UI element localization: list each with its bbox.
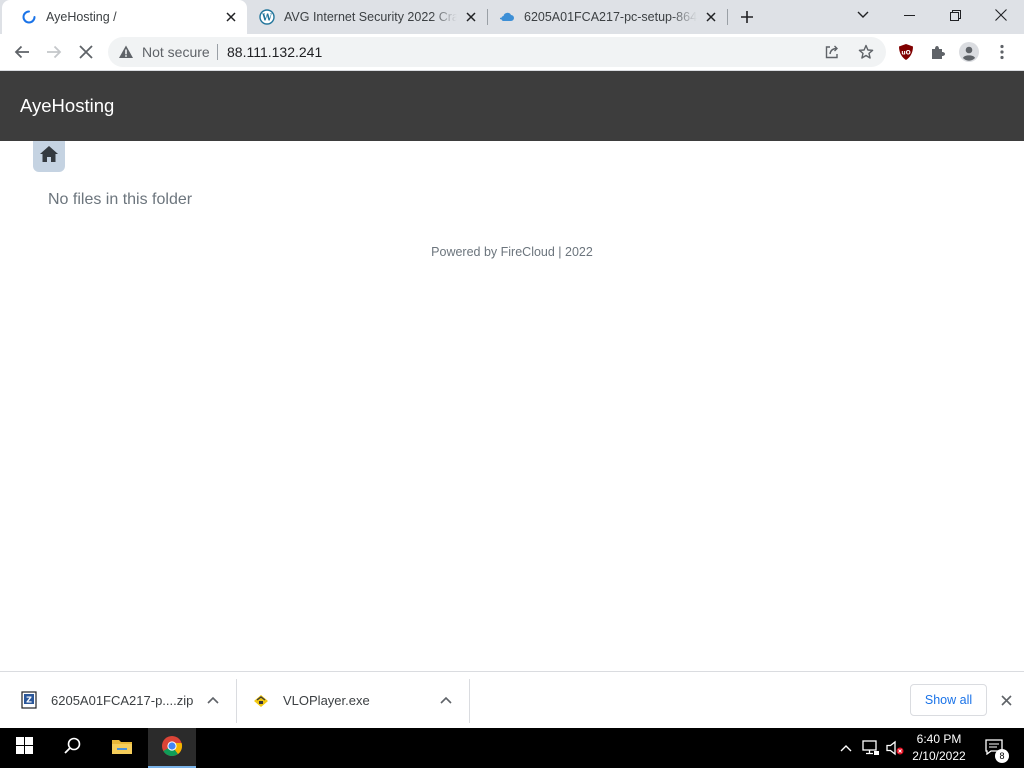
extensions-puzzle-icon[interactable] xyxy=(928,42,948,62)
close-shelf-icon[interactable] xyxy=(998,692,1014,708)
tab-strip: AyeHosting / W AVG Internet Security 202… xyxy=(0,0,1024,34)
windows-taskbar: 6:40 PM 2/10/2022 8 xyxy=(0,728,1024,768)
stop-loading-button[interactable] xyxy=(74,40,98,64)
url-text[interactable]: 88.111.132.241 xyxy=(227,44,322,60)
svg-text:Z: Z xyxy=(26,696,32,705)
loading-spinner-icon xyxy=(21,9,37,25)
close-tab-icon[interactable] xyxy=(223,9,239,25)
tab-title: 6205A01FCA217-pc-setup-864x xyxy=(524,10,697,24)
chevron-up-icon[interactable] xyxy=(206,693,220,707)
chrome-icon xyxy=(161,735,183,762)
zip-archive-icon: Z xyxy=(20,691,38,709)
footer-credit: Powered by FireCloud | 2022 xyxy=(431,245,593,259)
home-icon xyxy=(39,145,59,168)
exe-installer-icon xyxy=(252,691,270,709)
close-window-button[interactable] xyxy=(978,0,1024,30)
tab-setup-file[interactable]: 6205A01FCA217-pc-setup-864x xyxy=(480,0,727,34)
download-item[interactable]: VLOPlayer.exe xyxy=(252,672,462,728)
start-button[interactable] xyxy=(0,728,48,768)
new-tab-button[interactable] xyxy=(737,7,757,27)
download-filename: VLOPlayer.exe xyxy=(283,692,370,708)
forward-button[interactable] xyxy=(42,40,66,64)
svg-text:uO: uO xyxy=(901,50,910,57)
svg-text:W: W xyxy=(261,14,273,24)
tab-ayehosting[interactable]: AyeHosting / xyxy=(2,0,247,34)
cloud-icon xyxy=(499,9,515,25)
clock-date: 2/10/2022 xyxy=(912,749,966,763)
profile-avatar-icon[interactable] xyxy=(959,42,979,62)
download-item[interactable]: Z 6205A01FCA217-p....zip xyxy=(20,672,230,728)
chevron-up-icon[interactable] xyxy=(439,693,453,707)
menu-kebab-icon[interactable] xyxy=(992,42,1012,62)
search-button[interactable] xyxy=(48,728,96,768)
notification-count-badge: 8 xyxy=(995,749,1009,763)
folder-icon xyxy=(111,737,133,760)
show-all-downloads-button[interactable]: Show all xyxy=(910,684,987,716)
download-filename: 6205A01FCA217-p....zip xyxy=(51,692,194,708)
download-separator xyxy=(236,679,237,723)
download-shelf: Z 6205A01FCA217-p....zip VLOPlayer.exe S… xyxy=(0,671,1024,728)
tab-avg-crack[interactable]: W AVG Internet Security 2022 Crack xyxy=(240,0,487,34)
empty-folder-message: No files in this folder xyxy=(48,191,193,208)
close-tab-icon[interactable] xyxy=(463,9,479,25)
address-bar[interactable]: Not secure 88.111.132.241 xyxy=(108,37,886,67)
show-hidden-icons-chevron-icon[interactable] xyxy=(836,738,856,758)
warning-icon[interactable] xyxy=(118,44,134,60)
search-icon xyxy=(63,737,81,759)
not-secure-label[interactable]: Not secure xyxy=(142,44,210,60)
home-button[interactable] xyxy=(33,141,65,172)
close-tab-icon[interactable] xyxy=(703,9,719,25)
omnibox-divider xyxy=(217,44,218,60)
tab-separator xyxy=(727,9,728,25)
browser-toolbar: Not secure 88.111.132.241 uO xyxy=(0,34,1024,71)
file-explorer-button[interactable] xyxy=(98,728,146,768)
chrome-taskbar-button[interactable] xyxy=(148,728,196,768)
minimize-button[interactable] xyxy=(886,0,932,30)
tab-title: AyeHosting / xyxy=(46,10,117,24)
wordpress-icon: W xyxy=(259,9,275,25)
tab-search-button[interactable] xyxy=(840,0,886,30)
windows-logo-icon xyxy=(15,737,33,759)
system-clock[interactable]: 6:40 PM 2/10/2022 xyxy=(906,731,972,765)
bookmark-star-icon[interactable] xyxy=(858,44,874,60)
network-icon[interactable] xyxy=(861,738,881,758)
action-center-button[interactable]: 8 xyxy=(982,738,1009,763)
site-header: AyeHosting xyxy=(0,71,1024,141)
share-icon[interactable] xyxy=(824,44,840,60)
volume-muted-icon[interactable] xyxy=(885,738,905,758)
download-separator xyxy=(469,679,470,723)
back-button[interactable] xyxy=(10,40,34,64)
ublock-shield-icon[interactable]: uO xyxy=(896,42,916,62)
clock-time: 6:40 PM xyxy=(916,732,962,746)
site-brand[interactable]: AyeHosting xyxy=(20,95,114,117)
restore-button[interactable] xyxy=(932,0,978,30)
tab-title: AVG Internet Security 2022 Crack xyxy=(284,10,457,24)
